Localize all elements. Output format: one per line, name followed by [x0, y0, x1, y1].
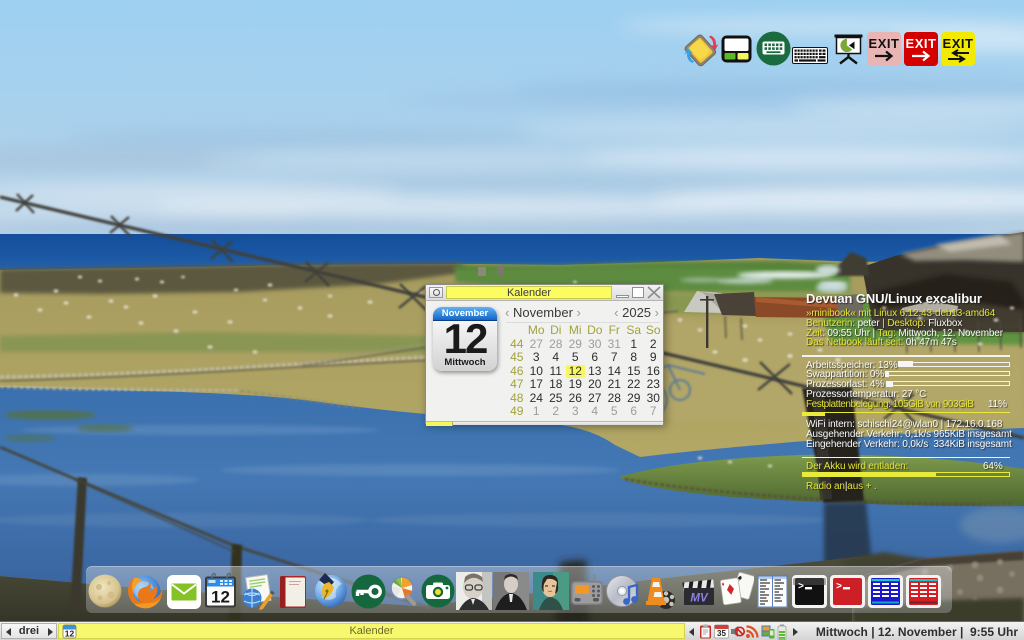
svg-text:MV: MV [690, 593, 709, 605]
svg-text:12: 12 [211, 588, 230, 607]
svg-text:35: 35 [717, 629, 726, 638]
svg-text:>: > [836, 582, 842, 593]
svg-text:>: > [798, 582, 804, 593]
